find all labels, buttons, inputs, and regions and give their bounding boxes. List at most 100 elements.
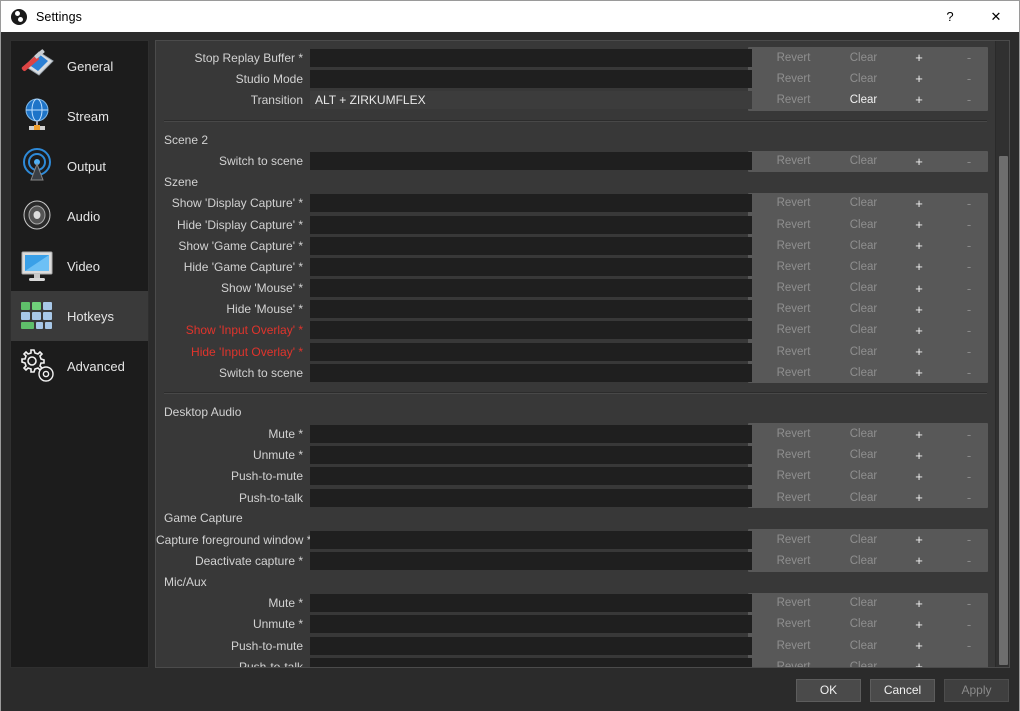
remove-hotkey-button[interactable]: - <box>943 446 995 465</box>
hotkey-input[interactable] <box>310 425 752 444</box>
hotkey-input[interactable] <box>310 615 752 634</box>
clear-button[interactable]: Clear <box>832 236 895 255</box>
revert-button[interactable]: Revert <box>755 488 832 507</box>
revert-button[interactable]: Revert <box>755 69 832 88</box>
add-hotkey-button[interactable]: + <box>895 467 943 486</box>
hotkey-input[interactable]: ALT + ZIRKUMFLEX <box>310 90 752 109</box>
clear-button[interactable]: Clear <box>832 257 895 276</box>
revert-button[interactable]: Revert <box>755 279 832 298</box>
add-hotkey-button[interactable]: + <box>895 636 943 655</box>
revert-button[interactable]: Revert <box>755 636 832 655</box>
hotkey-input[interactable] <box>310 657 752 667</box>
hotkey-input[interactable] <box>310 363 752 382</box>
sidebar-item-general[interactable]: General <box>11 41 148 91</box>
scrollbar-thumb[interactable] <box>999 156 1008 665</box>
clear-button[interactable]: Clear <box>832 467 895 486</box>
add-hotkey-button[interactable]: + <box>895 594 943 613</box>
add-hotkey-button[interactable]: + <box>895 194 943 213</box>
hotkey-input[interactable] <box>310 279 752 298</box>
sidebar-item-output[interactable]: Output <box>11 141 148 191</box>
add-hotkey-button[interactable]: + <box>895 363 943 382</box>
remove-hotkey-button[interactable]: - <box>943 300 995 319</box>
revert-button[interactable]: Revert <box>755 657 832 667</box>
vertical-scrollbar[interactable] <box>995 41 1009 667</box>
revert-button[interactable]: Revert <box>755 446 832 465</box>
remove-hotkey-button[interactable]: - <box>943 425 995 444</box>
hotkey-input[interactable] <box>310 467 752 486</box>
clear-button[interactable]: Clear <box>832 300 895 319</box>
add-hotkey-button[interactable]: + <box>895 551 943 570</box>
clear-button[interactable]: Clear <box>832 425 895 444</box>
revert-button[interactable]: Revert <box>755 90 832 109</box>
remove-hotkey-button[interactable]: - <box>943 530 995 549</box>
add-hotkey-button[interactable]: + <box>895 530 943 549</box>
add-hotkey-button[interactable]: + <box>895 279 943 298</box>
revert-button[interactable]: Revert <box>755 257 832 276</box>
add-hotkey-button[interactable]: + <box>895 300 943 319</box>
revert-button[interactable]: Revert <box>755 300 832 319</box>
add-hotkey-button[interactable]: + <box>895 657 943 667</box>
remove-hotkey-button[interactable]: - <box>943 363 995 382</box>
revert-button[interactable]: Revert <box>755 551 832 570</box>
remove-hotkey-button[interactable]: - <box>943 594 995 613</box>
add-hotkey-button[interactable]: + <box>895 90 943 109</box>
add-hotkey-button[interactable]: + <box>895 446 943 465</box>
clear-button[interactable]: Clear <box>832 363 895 382</box>
add-hotkey-button[interactable]: + <box>895 69 943 88</box>
hotkey-input[interactable] <box>310 152 752 171</box>
clear-button[interactable]: Clear <box>832 215 895 234</box>
hotkey-input[interactable] <box>310 551 752 570</box>
clear-button[interactable]: Clear <box>832 342 895 361</box>
revert-button[interactable]: Revert <box>755 194 832 213</box>
revert-button[interactable]: Revert <box>755 236 832 255</box>
hotkey-input[interactable] <box>310 69 752 88</box>
revert-button[interactable]: Revert <box>755 615 832 634</box>
remove-hotkey-button[interactable]: - <box>943 488 995 507</box>
clear-button[interactable]: Clear <box>832 636 895 655</box>
hotkey-input[interactable] <box>310 48 752 67</box>
remove-hotkey-button[interactable]: - <box>943 257 995 276</box>
remove-hotkey-button[interactable]: - <box>943 636 995 655</box>
remove-hotkey-button[interactable]: - <box>943 279 995 298</box>
add-hotkey-button[interactable]: + <box>895 236 943 255</box>
remove-hotkey-button[interactable]: - <box>943 215 995 234</box>
revert-button[interactable]: Revert <box>755 530 832 549</box>
apply-button[interactable]: Apply <box>944 678 1009 702</box>
clear-button[interactable]: Clear <box>832 594 895 613</box>
revert-button[interactable]: Revert <box>755 215 832 234</box>
clear-button[interactable]: Clear <box>832 657 895 667</box>
sidebar-item-video[interactable]: Video <box>11 241 148 291</box>
sidebar-item-advanced[interactable]: Advanced <box>11 341 148 391</box>
hotkey-input[interactable] <box>310 530 752 549</box>
revert-button[interactable]: Revert <box>755 152 832 171</box>
close-icon[interactable]: ✕ <box>973 1 1019 32</box>
add-hotkey-button[interactable]: + <box>895 48 943 67</box>
revert-button[interactable]: Revert <box>755 467 832 486</box>
add-hotkey-button[interactable]: + <box>895 488 943 507</box>
revert-button[interactable]: Revert <box>755 363 832 382</box>
remove-hotkey-button[interactable]: - <box>943 48 995 67</box>
clear-button[interactable]: Clear <box>832 48 895 67</box>
remove-hotkey-button[interactable]: - <box>943 152 995 171</box>
sidebar-item-audio[interactable]: Audio <box>11 191 148 241</box>
cancel-button[interactable]: Cancel <box>870 678 935 702</box>
revert-button[interactable]: Revert <box>755 48 832 67</box>
revert-button[interactable]: Revert <box>755 321 832 340</box>
sidebar-item-hotkeys[interactable]: Hotkeys <box>11 291 148 341</box>
clear-button[interactable]: Clear <box>832 551 895 570</box>
hotkey-input[interactable] <box>310 300 752 319</box>
remove-hotkey-button[interactable]: - <box>943 236 995 255</box>
remove-hotkey-button[interactable]: - <box>943 321 995 340</box>
clear-button[interactable]: Clear <box>832 488 895 507</box>
clear-button[interactable]: Clear <box>832 530 895 549</box>
hotkey-input[interactable] <box>310 594 752 613</box>
add-hotkey-button[interactable]: + <box>895 257 943 276</box>
add-hotkey-button[interactable]: + <box>895 425 943 444</box>
remove-hotkey-button[interactable]: - <box>943 657 995 667</box>
remove-hotkey-button[interactable]: - <box>943 615 995 634</box>
remove-hotkey-button[interactable]: - <box>943 467 995 486</box>
hotkey-input[interactable] <box>310 636 752 655</box>
clear-button[interactable]: Clear <box>832 152 895 171</box>
help-icon[interactable]: ? <box>927 1 973 32</box>
clear-button[interactable]: Clear <box>832 90 895 109</box>
